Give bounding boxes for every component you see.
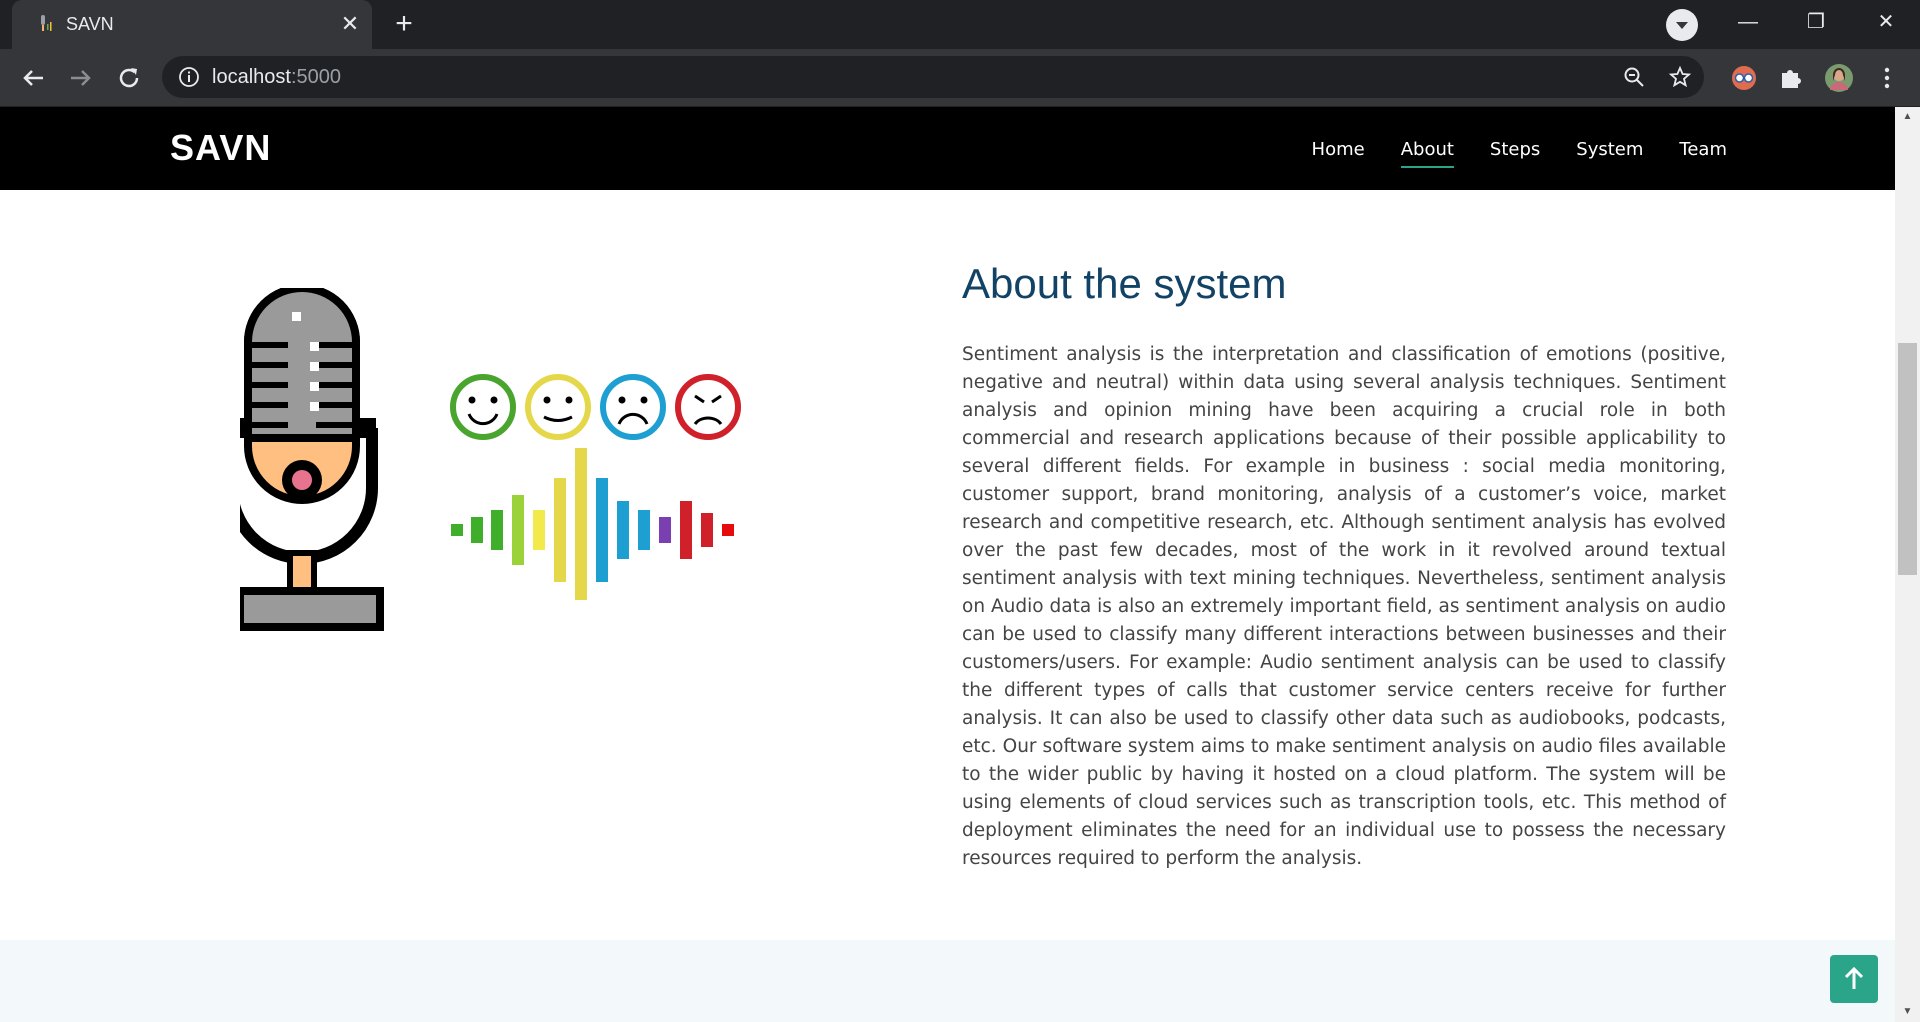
scroll-up-arrow-icon[interactable]: ▲ [1900,111,1915,123]
nav-team[interactable]: Team [1679,139,1727,168]
tab-title: SAVN [66,14,114,34]
reload-icon[interactable] [113,62,145,94]
url-text[interactable]: localhost:5000 [212,66,341,89]
window-close-button[interactable]: ✕ [1856,0,1916,44]
site-favicon-icon [41,15,52,31]
chevron-down-icon [1676,22,1688,29]
nav-steps[interactable]: Steps [1490,139,1540,168]
main-nav: Home About Steps System Team [1312,139,1727,168]
arrow-up-icon [1844,966,1864,989]
profile-avatar[interactable] [1824,63,1854,93]
next-section [0,940,1895,1022]
site-logo[interactable]: SAVN [170,127,271,169]
window-minimize-button[interactable]: — [1718,0,1778,44]
scrollbar-thumb[interactable] [1898,343,1917,575]
nav-system[interactable]: System [1576,139,1643,168]
about-description: Sentiment analysis is the interpretation… [962,344,1726,869]
extensions-puzzle-icon[interactable] [1776,63,1806,93]
extension-glasses-icon[interactable] [1729,63,1759,93]
forward-arrow-icon[interactable] [65,62,97,94]
bookmark-star-icon[interactable] [1668,65,1692,89]
microphone-emotions-icon [240,288,741,631]
address-bar[interactable]: localhost:5000 [162,56,1704,98]
browser-toolbar: localhost:5000 [0,49,1920,107]
nav-home[interactable]: Home [1312,139,1365,168]
about-title: About the system [962,260,1287,307]
nav-about[interactable]: About [1400,139,1455,168]
browser-tabstrip: SAVN ✕ + — ❐ ✕ [0,0,1920,49]
window-restore-button[interactable]: ❐ [1786,0,1846,44]
back-to-top-button[interactable] [1830,955,1878,1003]
new-tab-button[interactable]: + [386,8,422,40]
tab-close-icon[interactable]: ✕ [338,12,362,36]
tab-search-button[interactable] [1666,9,1698,41]
site-info-icon[interactable] [178,66,200,88]
browser-tab[interactable]: SAVN ✕ [12,0,372,49]
site-header: SAVN Home About Steps System Team [0,107,1895,190]
zoom-icon[interactable] [1622,65,1646,89]
back-arrow-icon[interactable] [17,62,49,94]
page-viewport: SAVN Home About Steps System Team About … [0,107,1920,1022]
browser-menu-icon[interactable] [1872,63,1902,93]
about-section: About the system Sentiment analysis is t… [0,190,1895,940]
scroll-down-arrow-icon[interactable]: ▼ [1900,1006,1915,1018]
